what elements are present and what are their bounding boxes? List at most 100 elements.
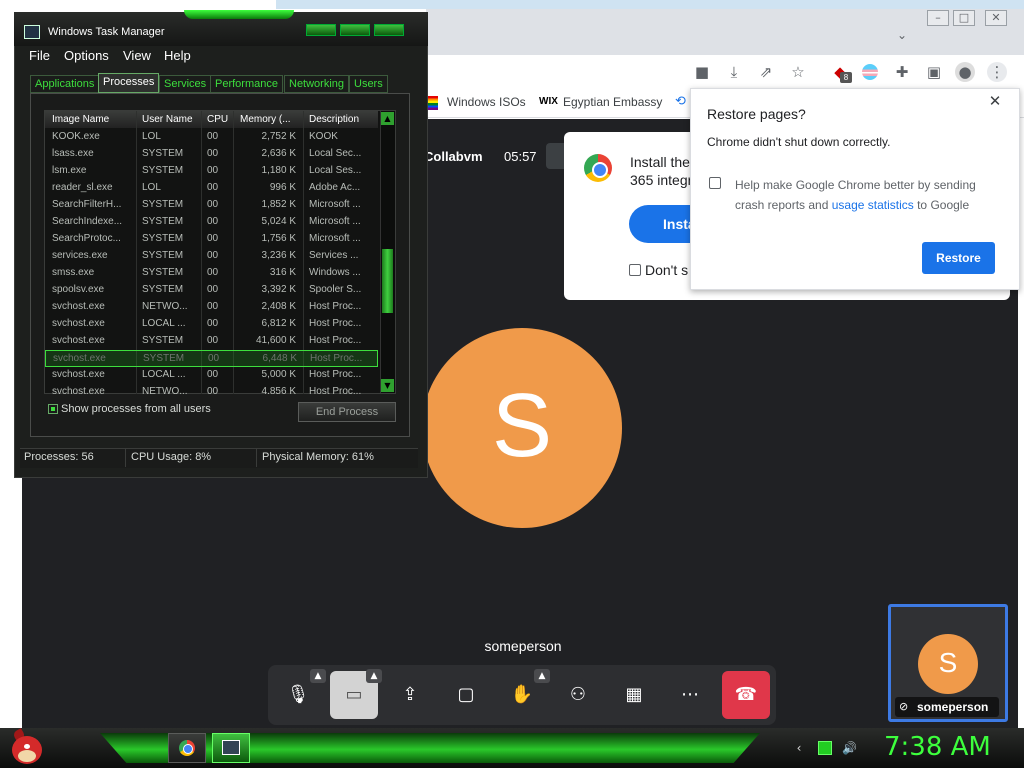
profile-icon[interactable]: ●	[955, 62, 975, 82]
table-cell: lsass.exe	[52, 148, 94, 159]
volume-icon[interactable]: 🔊	[842, 741, 857, 755]
scroll-up-arrow-icon[interactable]: ▲	[381, 112, 394, 125]
dont-show-checkbox[interactable]: Don't s	[629, 262, 689, 278]
column-memory[interactable]: Memory (...	[240, 114, 302, 125]
mic-options-caret[interactable]: ▲	[310, 669, 326, 683]
menu-help[interactable]: Help	[164, 48, 191, 63]
status-cpu: CPU Usage: 8%	[131, 451, 212, 463]
table-row[interactable]: smss.exe SYSTEM 00 316 K Windows ...	[45, 265, 378, 282]
table-row[interactable]: SearchFilterH... SYSTEM 00 1,852 K Microsoft…	[45, 197, 378, 214]
restore-title: Restore pages?	[707, 106, 806, 122]
table-cell: LOL	[142, 182, 161, 193]
table-cell: svchost.exe	[52, 301, 105, 312]
more-options-button[interactable]: ⋯	[666, 671, 714, 719]
table-cell: 00	[207, 267, 219, 278]
tm-close-button[interactable]	[374, 24, 404, 36]
column-cpu[interactable]: CPU	[207, 114, 231, 125]
table-row[interactable]: svchost.exe SYSTEM 00 6,448 K Host Proc...	[45, 350, 378, 367]
table-row[interactable]: svchost.exe LOCAL ... 00 6,812 K Host Proc..…	[45, 316, 378, 333]
show-all-processes-checkbox[interactable]	[48, 404, 58, 414]
meeting-title: Collabvm	[424, 149, 483, 164]
table-row[interactable]: lsm.exe SYSTEM 00 1,180 K Local Ses...	[45, 163, 378, 180]
table-row[interactable]: KOOK.exe LOL 00 2,752 K KOOK	[45, 129, 378, 146]
table-cell: SYSTEM	[142, 199, 184, 210]
bookmark-egyptian-embassy[interactable]: Egyptian Embassy	[563, 95, 662, 109]
chat-button[interactable]: ▢	[442, 671, 490, 719]
column-user-name[interactable]: User Name	[142, 114, 200, 125]
table-row[interactable]: lsass.exe SYSTEM 00 2,636 K Local Sec...	[45, 146, 378, 163]
table-row[interactable]: reader_sl.exe LOL 00 996 K Adobe Ac...	[45, 180, 378, 197]
participant-avatar: S	[422, 328, 622, 528]
profile-flag-icon[interactable]	[862, 64, 878, 80]
table-row[interactable]: services.exe SYSTEM 00 3,236 K Services ...	[45, 248, 378, 265]
crash-report-checkbox[interactable]	[709, 177, 721, 189]
table-row[interactable]: svchost.exe NETWO... 00 2,408 K Host Proc...	[45, 299, 378, 316]
table-cell: LOCAL ...	[142, 318, 186, 329]
bookmark-windows-isos[interactable]: Windows ISOs	[447, 95, 526, 109]
tab-networking[interactable]: Networking	[284, 75, 350, 93]
scrollbar-thumb[interactable]	[382, 249, 393, 313]
end-call-button[interactable]: ☎	[722, 671, 770, 719]
table-cell: 00	[207, 301, 219, 312]
checkbox-icon[interactable]	[629, 264, 641, 276]
column-description[interactable]: Description	[309, 114, 377, 125]
menu-icon[interactable]: ⋮	[987, 62, 1007, 82]
rainbow-flag-icon	[428, 96, 438, 110]
table-cell: 1,852 K	[261, 199, 296, 210]
minimize-button[interactable]: –	[927, 10, 949, 26]
tab-services[interactable]: Services	[159, 75, 212, 93]
table-row[interactable]: svchost.exe SYSTEM 00 41,600 K Host Proc...	[45, 333, 378, 350]
share-icon[interactable]: ⇗	[756, 62, 776, 82]
menu-options[interactable]: Options	[64, 48, 109, 63]
table-cell: 3,236 K	[261, 250, 296, 261]
restore-button[interactable]: Restore	[922, 242, 995, 274]
table-row[interactable]: SearchProtoc... SYSTEM 00 1,756 K Microsoft …	[45, 231, 378, 248]
camera-options-caret[interactable]: ▲	[366, 669, 382, 683]
reactions-caret[interactable]: ▲	[534, 669, 550, 683]
close-icon[interactable]: ✕	[986, 92, 1004, 110]
tab-search-icon[interactable]: ⌄	[897, 28, 907, 42]
star-icon[interactable]: ☆	[788, 62, 808, 82]
tab-users[interactable]: Users	[349, 75, 388, 93]
puzzle-icon[interactable]: ✚	[892, 62, 912, 82]
maximize-button[interactable]: □	[953, 10, 975, 26]
table-row[interactable]: spoolsv.exe SYSTEM 00 3,392 K Spooler S...	[45, 282, 378, 299]
table-cell: svchost.exe	[52, 335, 105, 346]
network-icon[interactable]	[818, 741, 832, 755]
tab-applications[interactable]: Applications	[30, 75, 100, 93]
table-cell: Host Proc...	[310, 353, 363, 364]
tm-maximize-button[interactable]	[340, 24, 370, 36]
show-all-processes-label: Show processes from all users	[61, 403, 211, 415]
menu-view[interactable]: View	[123, 48, 151, 63]
table-cell: Adobe Ac...	[309, 182, 361, 193]
taskbar-clock[interactable]: 7:38 AM	[884, 732, 991, 762]
end-process-button[interactable]: End Process	[298, 402, 396, 422]
table-cell: 3,392 K	[261, 284, 296, 295]
table-cell: 5,000 K	[261, 369, 296, 380]
show-hidden-icons-icon[interactable]: ‹	[792, 741, 806, 755]
tm-minimize-button[interactable]	[306, 24, 336, 36]
column-image-name[interactable]: Image Name	[52, 114, 134, 125]
tab-processes[interactable]: Processes	[98, 73, 160, 93]
close-window-button[interactable]: ✕	[985, 10, 1007, 26]
extension-badge-count: 8	[840, 72, 852, 83]
status-divider	[125, 449, 126, 467]
history-icon[interactable]: ⟲	[675, 94, 686, 109]
scroll-down-arrow-icon[interactable]: ▼	[381, 379, 394, 392]
layout-button[interactable]: ▦	[610, 671, 658, 719]
menu-file[interactable]: File	[29, 48, 50, 63]
camera-icon[interactable]: ■	[692, 62, 712, 82]
table-cell: 2,408 K	[261, 301, 296, 312]
share-screen-button[interactable]: ⇪	[386, 671, 434, 719]
table-row[interactable]: svchost.exe NETWO... 00 4,856 K Host Proc...	[45, 384, 378, 394]
table-row[interactable]: SearchIndexe... SYSTEM 00 5,024 K Microsoft …	[45, 214, 378, 231]
table-cell: SYSTEM	[142, 267, 184, 278]
tab-performance[interactable]: Performance	[210, 75, 283, 93]
table-cell: lsm.exe	[52, 165, 87, 176]
participants-button[interactable]: ⚇	[554, 671, 602, 719]
download-icon[interactable]: ⤓	[724, 62, 744, 82]
table-row[interactable]: svchost.exe LOCAL ... 00 5,000 K Host Proc..…	[45, 367, 378, 384]
table-cell: Local Ses...	[309, 165, 362, 176]
sidebar-icon[interactable]: ▣	[924, 62, 944, 82]
usage-statistics-link[interactable]: usage statistics	[832, 198, 914, 212]
